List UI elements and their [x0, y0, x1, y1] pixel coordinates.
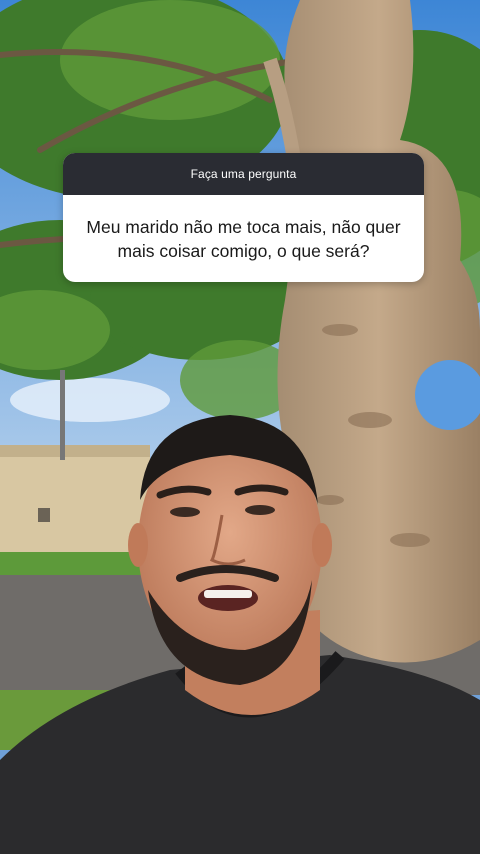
question-text: Meu marido não me toca mais, não quer ma…	[86, 216, 401, 261]
question-sticker[interactable]: Faça uma pergunta Meu marido não me toca…	[63, 153, 424, 282]
background-photo	[0, 0, 480, 854]
question-sticker-header: Faça uma pergunta	[63, 153, 424, 195]
